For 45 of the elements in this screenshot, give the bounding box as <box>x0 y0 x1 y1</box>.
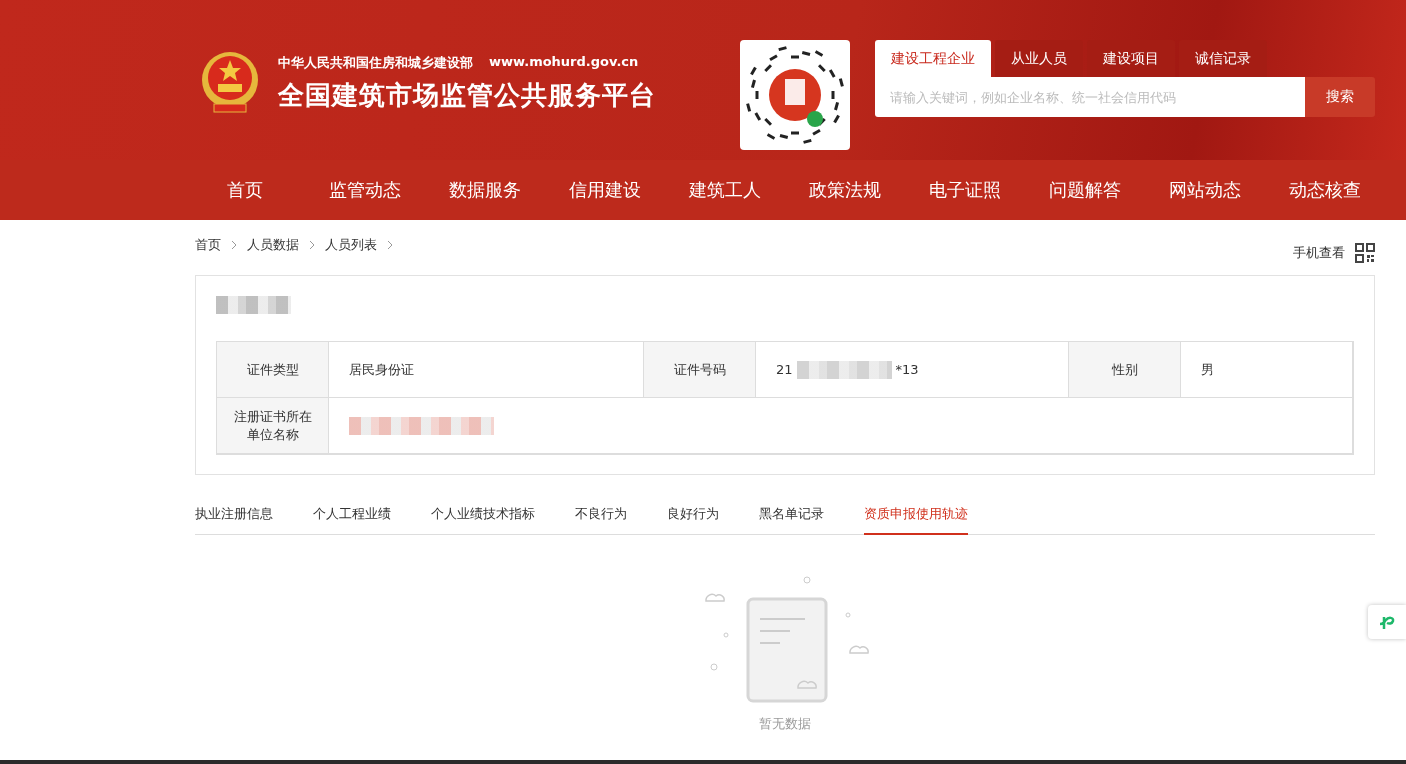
breadcrumb-link[interactable]: 人员列表 <box>325 235 377 254</box>
empty-message: 暂无数据 <box>759 715 811 733</box>
search-tab[interactable]: 从业人员 <box>995 40 1083 77</box>
search-tab[interactable]: 建设工程企业 <box>875 40 991 77</box>
tab[interactable]: 良好行为 <box>667 505 719 535</box>
table-label: 注册证书所在单位名称 <box>217 398 329 454</box>
breadcrumb-link[interactable]: 首页 <box>195 235 221 254</box>
tab[interactable]: 个人业绩技术指标 <box>431 505 535 535</box>
table-value: *13 <box>895 362 919 377</box>
nav-item[interactable]: 监管动态 <box>305 160 425 220</box>
nav-item[interactable]: 网站动态 <box>1145 160 1265 220</box>
nav-item[interactable]: 动态核查 <box>1265 160 1385 220</box>
table-label: 性别 <box>1069 342 1181 398</box>
table-value: 男 <box>1201 360 1214 379</box>
qr-code-icon[interactable] <box>1355 242 1375 263</box>
ministry-name: 中华人民共和国住房和城乡建设部 <box>278 53 473 72</box>
mini-program-icon <box>1378 614 1396 630</box>
nav-item[interactable]: 信用建设 <box>545 160 665 220</box>
nav-item[interactable]: 电子证照 <box>905 160 1025 220</box>
website-url: www.mohurd.gov.cn <box>489 53 639 71</box>
tab[interactable]: 执业注册信息 <box>195 505 273 535</box>
nav-item[interactable]: 建筑工人 <box>665 160 785 220</box>
tab[interactable]: 个人工程业绩 <box>313 505 391 535</box>
tab[interactable]: 不良行为 <box>575 505 627 535</box>
nav-item[interactable]: 政策法规 <box>785 160 905 220</box>
chevron-icon <box>229 239 239 250</box>
tab[interactable]: 黑名单记录 <box>759 505 824 535</box>
breadcrumb-link[interactable]: 人员数据 <box>247 235 299 254</box>
search-button[interactable]: 搜索 <box>1305 77 1375 117</box>
chevron-icon <box>385 239 395 250</box>
site-title: 全国建筑市场监管公共服务平台 <box>278 78 656 112</box>
table-label: 证件类型 <box>217 342 329 398</box>
emblem-icon <box>200 50 260 116</box>
tab[interactable]: 资质申报使用轨迹 <box>864 505 968 535</box>
chevron-icon <box>307 239 317 250</box>
nav-item[interactable]: 问题解答 <box>1025 160 1145 220</box>
table-label: 证件号码 <box>644 342 756 398</box>
nav-item[interactable]: 首页 <box>185 160 305 220</box>
mobile-view-link[interactable]: 手机查看 <box>1293 243 1345 262</box>
search-tab[interactable]: 建设项目 <box>1087 40 1175 77</box>
table-value: 居民身份证 <box>349 360 414 379</box>
nav-item[interactable]: 数据服务 <box>425 160 545 220</box>
table-value: 21 <box>776 362 793 377</box>
search-tab[interactable]: 诚信记录 <box>1179 40 1267 77</box>
floating-button[interactable] <box>1368 605 1406 639</box>
